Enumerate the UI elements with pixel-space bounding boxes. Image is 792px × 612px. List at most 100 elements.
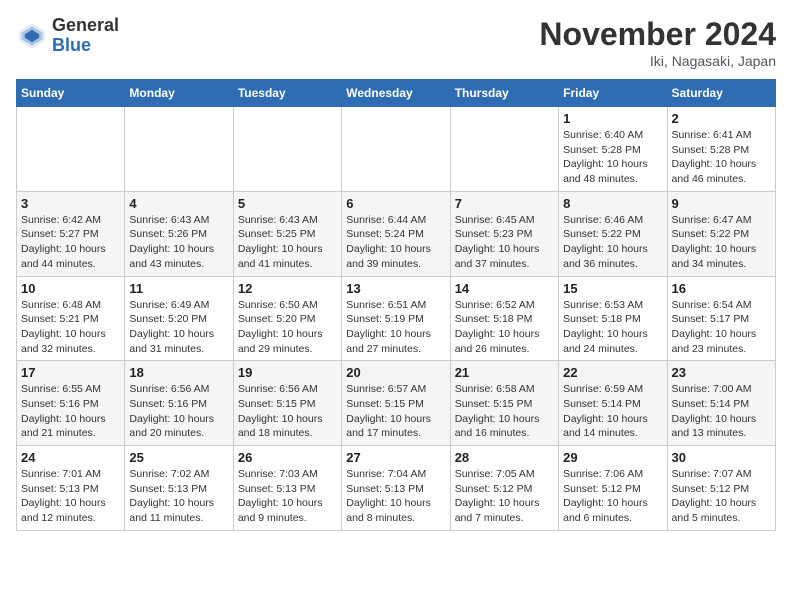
day-info: Sunrise: 6:40 AM Sunset: 5:28 PM Dayligh… [563,128,662,187]
logo-blue: Blue [52,35,91,55]
calendar-day-cell: 25 Sunrise: 7:02 AM Sunset: 5:13 PM Dayli… [125,446,233,531]
calendar-day-cell: 5 Sunrise: 6:43 AM Sunset: 5:25 PM Daylig… [233,191,341,276]
calendar-day-cell: 9Sunrise: 6:47 AM Sunset: 5:22 PM Daylig… [667,191,775,276]
day-number: 26 [238,450,337,465]
day-info: Sunrise: 6:43 AM Sunset: 5:25 PM Dayligh… [238,213,337,272]
day-info: Sunrise: 6:49 AM Sunset: 5:20 PM Dayligh… [129,298,228,357]
title-block: November 2024 Iki, Nagasaki, Japan [539,16,776,69]
calendar-day-cell: 28 Sunrise: 7:05 AM Sunset: 5:12 PM Dayli… [450,446,558,531]
day-number: 1 [563,111,662,126]
logo-text: General Blue [52,16,119,56]
calendar-day-cell [450,107,558,192]
calendar-day-cell: 24 Sunrise: 7:01 AM Sunset: 5:13 PM Dayli… [17,446,125,531]
calendar-day-cell: 21Sunrise: 6:58 AM Sunset: 5:15 PM Dayli… [450,361,558,446]
day-number: 25 [129,450,228,465]
logo-general: General [52,15,119,35]
calendar-day-cell: 6Sunrise: 6:44 AM Sunset: 5:24 PM Daylig… [342,191,450,276]
day-info: Sunrise: 6:41 AM Sunset: 5:28 PM Dayligh… [672,128,771,187]
day-number: 12 [238,281,337,296]
calendar-day-cell: 27Sunrise: 7:04 AM Sunset: 5:13 PM Dayli… [342,446,450,531]
day-number: 13 [346,281,445,296]
day-number: 8 [563,196,662,211]
day-info: Sunrise: 6:54 AM Sunset: 5:17 PM Dayligh… [672,298,771,357]
weekday-header: Wednesday [342,80,450,107]
calendar-day-cell: 22 Sunrise: 6:59 AM Sunset: 5:14 PM Dayli… [559,361,667,446]
calendar-day-cell [342,107,450,192]
day-number: 15 [563,281,662,296]
day-number: 14 [455,281,554,296]
day-info: Sunrise: 6:53 AM Sunset: 5:18 PM Dayligh… [563,298,662,357]
calendar-day-cell [125,107,233,192]
weekday-header: Friday [559,80,667,107]
calendar-day-cell: 26 Sunrise: 7:03 AM Sunset: 5:13 PM Dayli… [233,446,341,531]
day-info: Sunrise: 6:56 AM Sunset: 5:16 PM Dayligh… [129,382,228,441]
weekday-header: Sunday [17,80,125,107]
calendar-day-cell: 8 Sunrise: 6:46 AM Sunset: 5:22 PM Daylig… [559,191,667,276]
calendar-day-cell: 15 Sunrise: 6:53 AM Sunset: 5:18 PM Dayli… [559,276,667,361]
day-number: 24 [21,450,120,465]
calendar-day-cell: 7Sunrise: 6:45 AM Sunset: 5:23 PM Daylig… [450,191,558,276]
day-info: Sunrise: 7:05 AM Sunset: 5:12 PM Dayligh… [455,467,554,526]
day-number: 7 [455,196,554,211]
day-info: Sunrise: 6:50 AM Sunset: 5:20 PM Dayligh… [238,298,337,357]
calendar-day-cell: 4 Sunrise: 6:43 AM Sunset: 5:26 PM Daylig… [125,191,233,276]
day-info: Sunrise: 6:42 AM Sunset: 5:27 PM Dayligh… [21,213,120,272]
day-info: Sunrise: 6:52 AM Sunset: 5:18 PM Dayligh… [455,298,554,357]
day-info: Sunrise: 6:51 AM Sunset: 5:19 PM Dayligh… [346,298,445,357]
calendar-day-cell [17,107,125,192]
logo: General Blue [16,16,119,56]
month-title: November 2024 [539,16,776,53]
day-number: 22 [563,365,662,380]
day-info: Sunrise: 6:58 AM Sunset: 5:15 PM Dayligh… [455,382,554,441]
calendar-day-cell: 14 Sunrise: 6:52 AM Sunset: 5:18 PM Dayli… [450,276,558,361]
day-number: 10 [21,281,120,296]
weekday-header-row: SundayMondayTuesdayWednesdayThursdayFrid… [17,80,776,107]
calendar-day-cell: 17Sunrise: 6:55 AM Sunset: 5:16 PM Dayli… [17,361,125,446]
day-info: Sunrise: 7:00 AM Sunset: 5:14 PM Dayligh… [672,382,771,441]
day-number: 20 [346,365,445,380]
calendar-day-cell: 3Sunrise: 6:42 AM Sunset: 5:27 PM Daylig… [17,191,125,276]
calendar-day-cell: 18 Sunrise: 6:56 AM Sunset: 5:16 PM Dayli… [125,361,233,446]
day-info: Sunrise: 7:03 AM Sunset: 5:13 PM Dayligh… [238,467,337,526]
page-header: General Blue November 2024 Iki, Nagasaki… [16,16,776,69]
weekday-header: Monday [125,80,233,107]
day-number: 19 [238,365,337,380]
calendar-day-cell: 12 Sunrise: 6:50 AM Sunset: 5:20 PM Dayli… [233,276,341,361]
day-number: 23 [672,365,771,380]
day-info: Sunrise: 6:46 AM Sunset: 5:22 PM Dayligh… [563,213,662,272]
day-info: Sunrise: 6:57 AM Sunset: 5:15 PM Dayligh… [346,382,445,441]
calendar-day-cell: 13 Sunrise: 6:51 AM Sunset: 5:19 PM Dayli… [342,276,450,361]
calendar-day-cell: 1 Sunrise: 6:40 AM Sunset: 5:28 PM Daylig… [559,107,667,192]
calendar-day-cell: 20 Sunrise: 6:57 AM Sunset: 5:15 PM Dayli… [342,361,450,446]
weekday-header: Tuesday [233,80,341,107]
calendar-table: SundayMondayTuesdayWednesdayThursdayFrid… [16,79,776,531]
day-number: 18 [129,365,228,380]
day-info: Sunrise: 7:01 AM Sunset: 5:13 PM Dayligh… [21,467,120,526]
calendar-day-cell: 10 Sunrise: 6:48 AM Sunset: 5:21 PM Dayli… [17,276,125,361]
day-number: 4 [129,196,228,211]
day-number: 5 [238,196,337,211]
logo-icon [16,20,48,52]
day-info: Sunrise: 6:48 AM Sunset: 5:21 PM Dayligh… [21,298,120,357]
calendar-day-cell: 11 Sunrise: 6:49 AM Sunset: 5:20 PM Dayli… [125,276,233,361]
calendar-week-row: 24 Sunrise: 7:01 AM Sunset: 5:13 PM Dayli… [17,446,776,531]
day-number: 28 [455,450,554,465]
calendar-day-cell: 30Sunrise: 7:07 AM Sunset: 5:12 PM Dayli… [667,446,775,531]
calendar-week-row: 1 Sunrise: 6:40 AM Sunset: 5:28 PM Daylig… [17,107,776,192]
calendar-week-row: 3Sunrise: 6:42 AM Sunset: 5:27 PM Daylig… [17,191,776,276]
weekday-header: Saturday [667,80,775,107]
day-number: 11 [129,281,228,296]
day-number: 30 [672,450,771,465]
day-info: Sunrise: 6:59 AM Sunset: 5:14 PM Dayligh… [563,382,662,441]
day-number: 6 [346,196,445,211]
day-info: Sunrise: 6:43 AM Sunset: 5:26 PM Dayligh… [129,213,228,272]
weekday-header: Thursday [450,80,558,107]
calendar-day-cell: 2 Sunrise: 6:41 AM Sunset: 5:28 PM Daylig… [667,107,775,192]
day-info: Sunrise: 7:04 AM Sunset: 5:13 PM Dayligh… [346,467,445,526]
calendar-week-row: 17Sunrise: 6:55 AM Sunset: 5:16 PM Dayli… [17,361,776,446]
day-info: Sunrise: 6:47 AM Sunset: 5:22 PM Dayligh… [672,213,771,272]
day-number: 2 [672,111,771,126]
day-info: Sunrise: 6:55 AM Sunset: 5:16 PM Dayligh… [21,382,120,441]
day-info: Sunrise: 7:02 AM Sunset: 5:13 PM Dayligh… [129,467,228,526]
day-number: 29 [563,450,662,465]
